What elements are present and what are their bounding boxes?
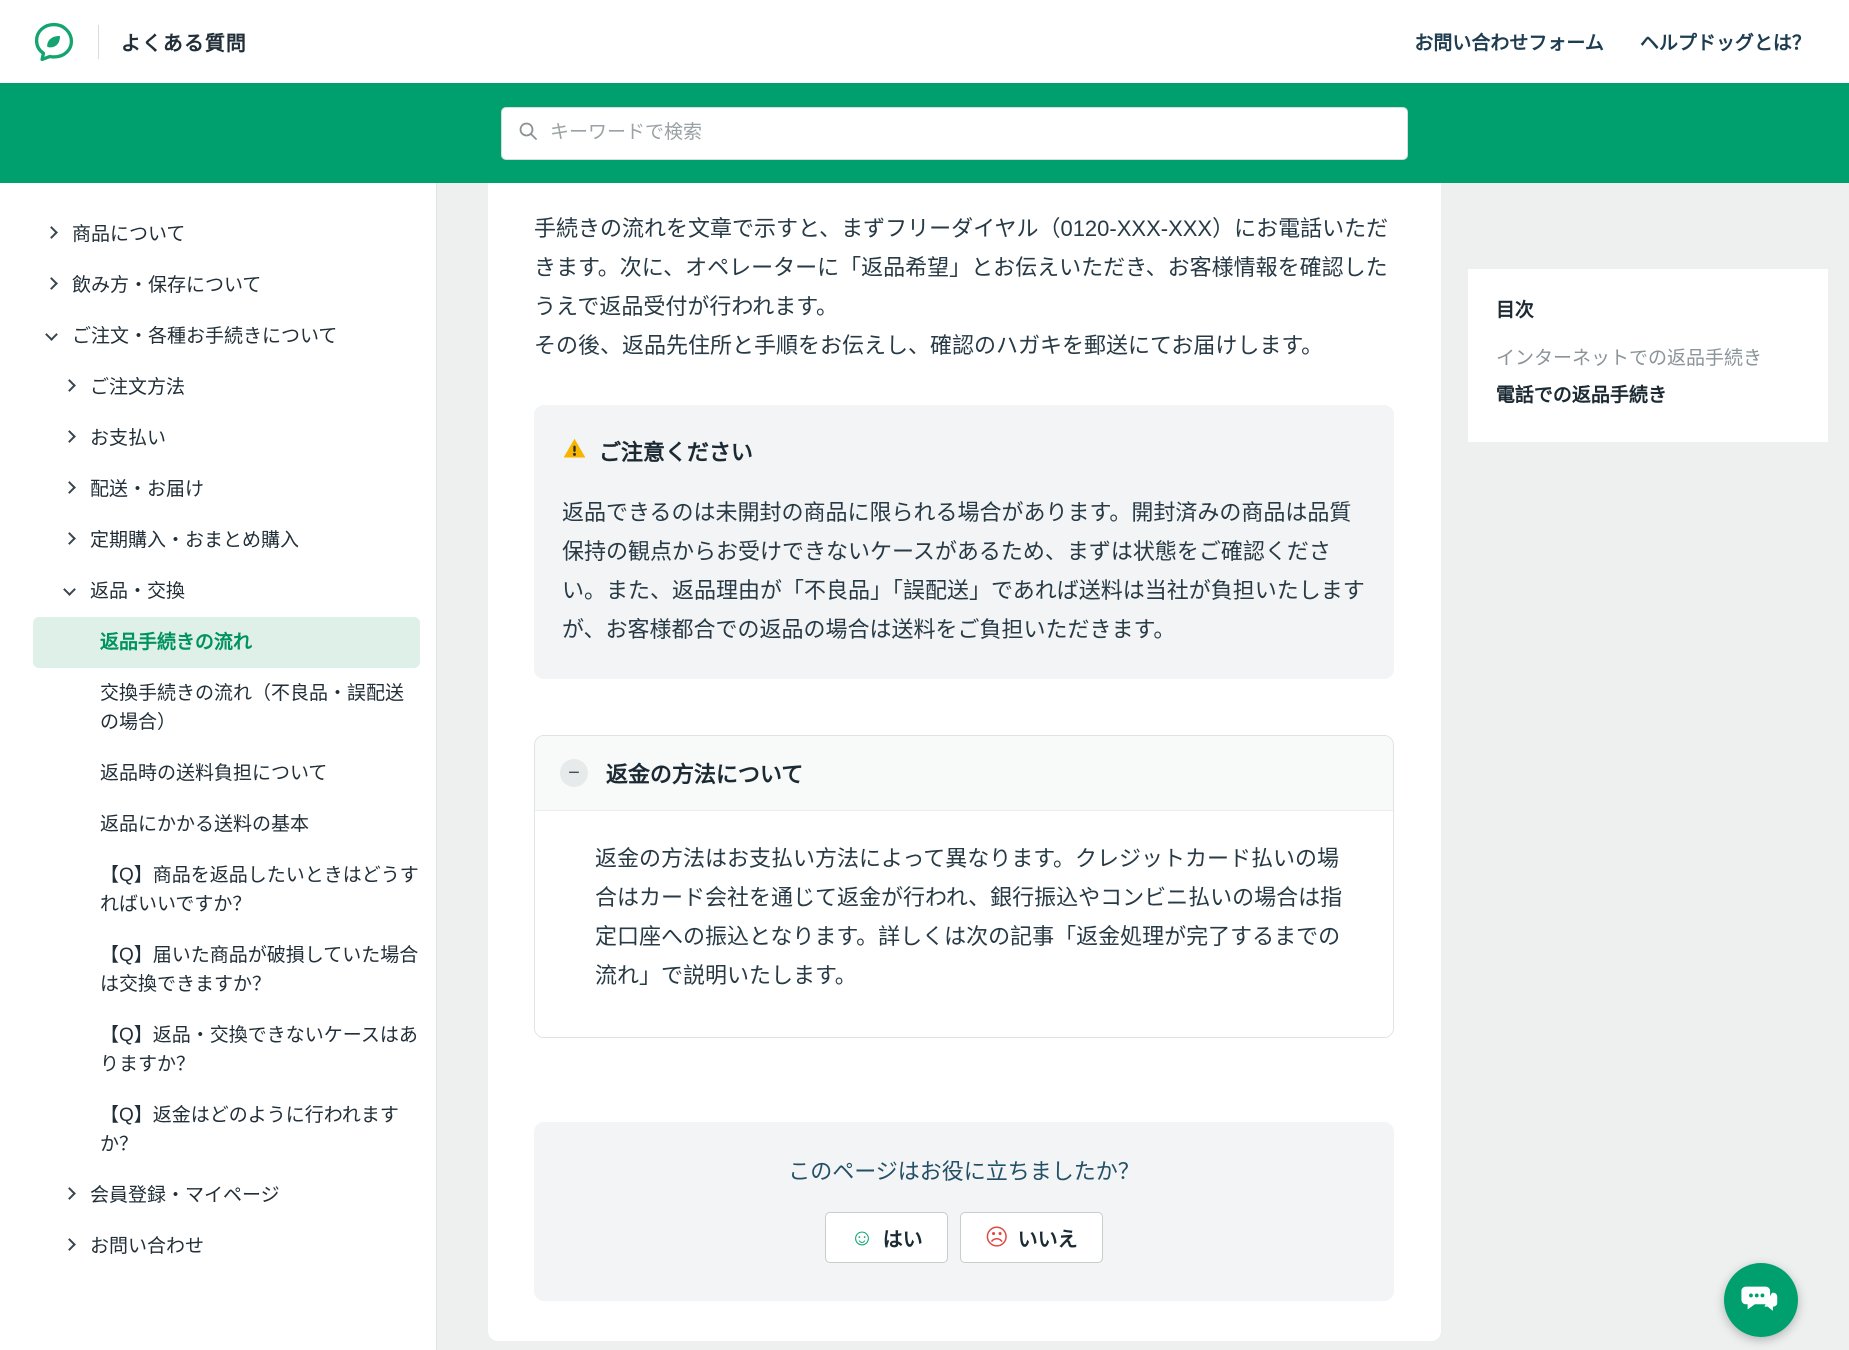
- accordion-body-text: 返金の方法はお支払い方法によって異なります。クレジットカード払いの場合はカード会…: [595, 839, 1349, 995]
- refund-accordion: − 返金の方法について 返金の方法はお支払い方法によって異なります。クレジットカ…: [534, 735, 1394, 1038]
- feedback-no-label: いいえ: [1018, 1223, 1078, 1252]
- sidebar-item-return-procedure-active[interactable]: 返品手続きの流れ: [33, 617, 420, 668]
- sidebar-item-q-refund-method[interactable]: 【Q】返金はどのように行われますか？: [0, 1090, 436, 1170]
- sidebar-item-return-shipping-basics[interactable]: 返品にかかる送料の基本: [0, 799, 436, 850]
- chevron-right-icon: [63, 1238, 76, 1251]
- search-box[interactable]: [501, 107, 1408, 160]
- chevron-right-icon: [63, 532, 76, 545]
- chat-bubbles-icon: [1740, 1278, 1782, 1323]
- sidebar-item-contact[interactable]: お問い合わせ: [0, 1221, 436, 1272]
- site-title: よくある質問: [121, 27, 247, 56]
- chevron-right-icon: [63, 1187, 76, 1200]
- caution-box: ご注意ください 返品できるのは未開封の商品に限られる場合があります。開封済みの商…: [534, 405, 1394, 679]
- chevron-right-icon: [63, 430, 76, 443]
- sidebar-item-payment[interactable]: お支払い: [0, 413, 436, 464]
- sidebar-item-label: 返品手続きの流れ: [100, 628, 252, 657]
- toc-card: 目次 インターネットでの返品手続き 電話での返品手続き: [1468, 269, 1828, 442]
- accordion-body: 返金の方法はお支払い方法によって異なります。クレジットカード払いの場合はカード会…: [535, 811, 1393, 1037]
- sidebar-item-returns-exchange[interactable]: 返品・交換: [0, 566, 436, 617]
- toc-item-internet-return[interactable]: インターネットでの返品手続き: [1496, 340, 1800, 377]
- sidebar-item-membership[interactable]: 会員登録・マイページ: [0, 1170, 436, 1221]
- sidebar-item-label: 【Q】返金はどのように行われますか？: [100, 1101, 422, 1159]
- sidebar-item-label: 返品にかかる送料の基本: [100, 810, 309, 839]
- sidebar-item-label: 定期購入・おまとめ購入: [90, 526, 299, 555]
- sidebar-item-label: 【Q】届いた商品が破損していた場合は交換できますか？: [100, 941, 422, 999]
- category-sidebar: 商品について 飲み方・保存について ご注文・各種お手続きについて ご注文方法 お…: [0, 183, 437, 1350]
- toc-column: 目次 インターネットでの返品手続き 電話での返品手続き: [1442, 183, 1849, 1350]
- sidebar-item-how-to-order[interactable]: ご注文方法: [0, 362, 436, 413]
- feedback-question: このページはお役に立ちましたか？: [534, 1154, 1394, 1186]
- main-column: 手続きの流れを文章で示すと、まずフリーダイヤル（0120-XXX-XXX）にお電…: [437, 183, 1442, 1350]
- search-icon: [518, 121, 538, 146]
- page-body: 商品について 飲み方・保存について ご注文・各種お手続きについて ご注文方法 お…: [0, 183, 1849, 1350]
- sidebar-item-label: 商品について: [72, 220, 185, 249]
- sidebar-item-orders[interactable]: ご注文・各種お手続きについて: [0, 311, 436, 362]
- article-paragraph: その後、返品先住所と手順をお伝えし、確認のハガキを郵送にてお届けします。: [534, 326, 1394, 365]
- top-bar: よくある質問 お問い合わせフォーム ヘルプドッグとは？: [0, 0, 1849, 83]
- sidebar-item-label: 返品・交換: [90, 577, 185, 606]
- caution-header: ご注意ください: [562, 435, 1366, 467]
- brand-logo-icon[interactable]: [32, 20, 76, 64]
- accordion-toggle[interactable]: − 返金の方法について: [535, 736, 1393, 811]
- feedback-buttons: ☺ はい ☹ いいえ: [825, 1212, 1102, 1263]
- feedback-no-button[interactable]: ☹ いいえ: [960, 1212, 1103, 1263]
- feedback-yes-button[interactable]: ☺ はい: [825, 1212, 947, 1263]
- sidebar-item-label: 【Q】商品を返品したいときはどうすればいいですか？: [100, 861, 422, 919]
- sidebar-item-q-non-returnable[interactable]: 【Q】返品・交換できないケースはありますか？: [0, 1010, 436, 1090]
- contact-form-link[interactable]: お問い合わせフォーム: [1415, 28, 1604, 55]
- sidebar-item-label: 【Q】返品・交換できないケースはありますか？: [100, 1021, 422, 1079]
- chevron-down-icon: [45, 328, 58, 341]
- accordion-title: 返金の方法について: [606, 757, 803, 789]
- sidebar-item-label: 会員登録・マイページ: [90, 1181, 280, 1210]
- sidebar-item-label: 配送・お届け: [90, 475, 204, 504]
- collapse-minus-icon: −: [560, 759, 588, 787]
- topbar-nav: お問い合わせフォーム ヘルプドッグとは？: [1415, 28, 1811, 55]
- frown-face-icon: ☹: [985, 1226, 1009, 1249]
- chevron-right-icon: [45, 277, 58, 290]
- feedback-yes-label: はい: [883, 1223, 923, 1252]
- sidebar-item-label: お問い合わせ: [90, 1232, 204, 1261]
- sidebar-item-shipping[interactable]: 配送・お届け: [0, 464, 436, 515]
- warning-icon: [562, 436, 587, 466]
- chevron-right-icon: [63, 379, 76, 392]
- caution-title: ご注意ください: [599, 435, 753, 467]
- chevron-down-icon: [63, 583, 76, 596]
- search-input[interactable]: [550, 122, 1391, 144]
- sidebar-item-label: 飲み方・保存について: [72, 271, 261, 300]
- article-paragraph: 手続きの流れを文章で示すと、まずフリーダイヤル（0120-XXX-XXX）にお電…: [534, 209, 1394, 326]
- search-bar: [0, 83, 1849, 183]
- sidebar-item-subscription[interactable]: 定期購入・おまとめ購入: [0, 515, 436, 566]
- sidebar-item-products[interactable]: 商品について: [0, 209, 436, 260]
- sidebar-item-label: 交換手続きの流れ（不良品・誤配送の場合）: [100, 679, 422, 737]
- smile-face-icon: ☺: [850, 1226, 873, 1249]
- sidebar-item-label: お支払い: [90, 424, 166, 453]
- sidebar-item-return-shipping-burden[interactable]: 返品時の送料負担について: [0, 748, 436, 799]
- about-helpdog-link[interactable]: ヘルプドッグとは？: [1640, 28, 1811, 55]
- caution-body: 返品できるのは未開封の商品に限られる場合があります。開封済みの商品は品質保持の観…: [562, 493, 1366, 649]
- toc-item-phone-return[interactable]: 電話での返品手続き: [1496, 377, 1800, 414]
- feedback-box: このページはお役に立ちましたか？ ☺ はい ☹ いいえ: [534, 1122, 1394, 1301]
- divider: [98, 25, 99, 59]
- sidebar-item-exchange-procedure[interactable]: 交換手続きの流れ（不良品・誤配送の場合）: [0, 668, 436, 748]
- sidebar-item-label: 返品時の送料負担について: [100, 759, 327, 788]
- chevron-right-icon: [63, 481, 76, 494]
- toc-title: 目次: [1496, 295, 1800, 322]
- chat-widget-button[interactable]: [1724, 1263, 1798, 1337]
- chevron-right-icon: [45, 226, 58, 239]
- sidebar-item-q-how-to-return[interactable]: 【Q】商品を返品したいときはどうすればいいですか？: [0, 850, 436, 930]
- article-card: 手続きの流れを文章で示すと、まずフリーダイヤル（0120-XXX-XXX）にお電…: [488, 183, 1441, 1341]
- sidebar-item-usage-storage[interactable]: 飲み方・保存について: [0, 260, 436, 311]
- sidebar-item-label: ご注文方法: [90, 373, 185, 402]
- sidebar-item-q-damaged-item[interactable]: 【Q】届いた商品が破損していた場合は交換できますか？: [0, 930, 436, 1010]
- sidebar-item-label: ご注文・各種お手続きについて: [72, 322, 337, 351]
